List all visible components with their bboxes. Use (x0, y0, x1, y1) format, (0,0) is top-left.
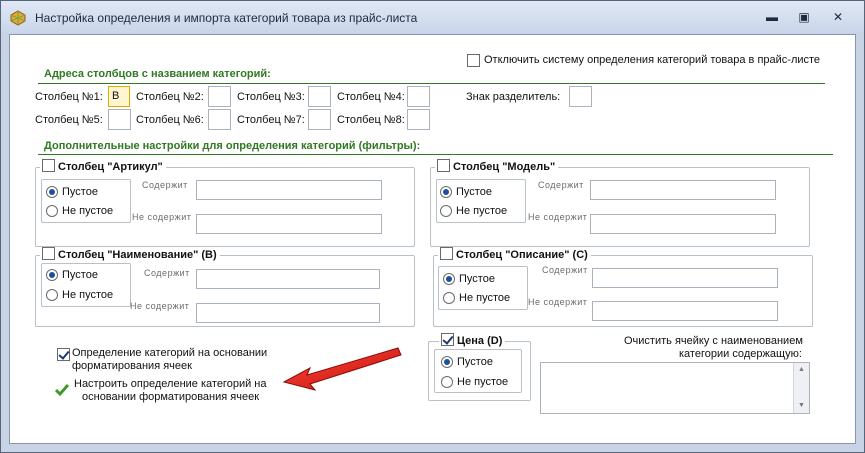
col3-label: Столбец №3: (237, 91, 305, 103)
description-not-contains-label: Не содержит (528, 297, 588, 307)
price-empty-radio[interactable] (441, 356, 453, 368)
model-contains-label: Содержит (538, 180, 584, 190)
separator-label: Знак разделитель: (466, 91, 561, 103)
name-contains-input[interactable] (196, 269, 380, 289)
clear-cell-textarea[interactable]: ▲ ▼ (540, 362, 810, 414)
col1-input[interactable]: B (108, 86, 130, 107)
price-not-empty-label: Не пустое (457, 376, 509, 388)
model-filter-legend: Столбец "Модель" (435, 159, 559, 173)
col5-label: Столбец №5: (35, 114, 103, 126)
checkmark-icon (55, 384, 69, 397)
col4-input[interactable] (407, 86, 430, 107)
model-empty-radio[interactable] (440, 186, 452, 198)
name-not-empty-radio[interactable] (46, 289, 58, 301)
model-contains-input[interactable] (590, 180, 776, 200)
model-not-contains-label: Не содержит (528, 212, 588, 222)
window-title: Настройка определения и импорта категори… (35, 11, 418, 25)
price-filter-checkbox[interactable] (441, 333, 454, 346)
model-not-empty-radio[interactable] (440, 205, 452, 217)
description-not-empty-label: Не пустое (459, 292, 511, 304)
col8-input[interactable] (407, 109, 430, 130)
formatting-label-line1: Определение категорий на основании (72, 347, 268, 359)
filters-divider (38, 154, 833, 155)
name-empty-radio[interactable] (46, 269, 58, 281)
formatting-link-line1[interactable]: Настроить определение категорий на (74, 378, 266, 390)
model-filter-checkbox[interactable] (437, 159, 450, 172)
col6-input[interactable] (208, 109, 231, 130)
col3-input[interactable] (308, 86, 331, 107)
close-button[interactable]: ✕ (827, 9, 849, 25)
col5-input[interactable] (108, 109, 131, 130)
col8-label: Столбец №8: (337, 114, 405, 126)
article-not-empty-label: Не пустое (62, 205, 114, 217)
description-not-empty-radio[interactable] (443, 292, 455, 304)
col6-label: Столбец №6: (136, 114, 204, 126)
disable-system-checkbox[interactable] (467, 54, 480, 67)
filters-heading: Дополнительные настройки для определения… (44, 140, 421, 152)
disable-system-label: Отключить систему определения категорий … (484, 54, 821, 66)
col2-label: Столбец №2: (136, 91, 204, 103)
formatting-checkbox[interactable] (57, 348, 70, 361)
col2-input[interactable] (208, 86, 231, 107)
clear-cell-label-line2: категории содержащую: (679, 348, 802, 360)
scroll-down-icon[interactable]: ▼ (794, 399, 809, 413)
price-empty-label: Пустое (457, 356, 493, 368)
col7-input[interactable] (308, 109, 331, 130)
description-filter-legend: Столбец "Описание" (C) (438, 247, 591, 261)
name-empty-label: Пустое (62, 269, 98, 281)
name-not-contains-label: Не содержит (130, 301, 190, 311)
col4-label: Столбец №4: (337, 91, 405, 103)
description-contains-input[interactable] (592, 268, 778, 288)
columns-heading: Адреса столбцов с названием категорий: (44, 68, 271, 80)
article-contains-input[interactable] (196, 180, 382, 200)
name-filter-legend: Столбец "Наименование" (B) (40, 247, 220, 261)
model-not-empty-label: Не пустое (456, 205, 508, 217)
article-not-empty-radio[interactable] (46, 205, 58, 217)
maximize-button[interactable]: ▣ (793, 9, 815, 25)
description-contains-label: Содержит (542, 265, 588, 275)
article-empty-radio[interactable] (46, 186, 58, 198)
columns-divider (38, 83, 825, 84)
name-not-contains-input[interactable] (196, 303, 380, 323)
description-filter-checkbox[interactable] (440, 247, 453, 260)
title-bar[interactable]: Настройка определения и импорта категори… (1, 1, 864, 33)
col7-label: Столбец №7: (237, 114, 305, 126)
clear-cell-label-line1: Очистить ячейку с наименованием (624, 335, 803, 347)
model-empty-label: Пустое (456, 186, 492, 198)
separator-input[interactable] (569, 86, 592, 107)
red-arrow-icon (282, 347, 402, 391)
minimize-button[interactable]: ▬ (761, 9, 783, 25)
model-not-contains-input[interactable] (590, 214, 776, 234)
description-empty-label: Пустое (459, 273, 495, 285)
article-empty-label: Пустое (62, 186, 98, 198)
formatting-link-line2[interactable]: основании форматирования ячеек (82, 391, 259, 403)
app-icon (10, 10, 26, 26)
scroll-up-icon[interactable]: ▲ (794, 363, 809, 377)
name-contains-label: Содержит (144, 268, 190, 278)
price-not-empty-radio[interactable] (441, 376, 453, 388)
col1-label: Столбец №1: (35, 91, 103, 103)
name-filter-checkbox[interactable] (42, 247, 55, 260)
description-not-contains-input[interactable] (592, 301, 778, 321)
name-not-empty-label: Не пустое (62, 289, 114, 301)
article-filter-legend: Столбец "Артикул" (40, 159, 166, 173)
article-filter-checkbox[interactable] (42, 159, 55, 172)
dialog-content: Отключить систему определения категорий … (9, 34, 856, 444)
article-not-contains-label: Не содержит (132, 212, 192, 222)
article-contains-label: Содержит (142, 180, 188, 190)
clear-cell-scrollbar[interactable]: ▲ ▼ (793, 363, 809, 413)
price-filter-legend: Цена (D) (439, 333, 506, 347)
description-empty-radio[interactable] (443, 273, 455, 285)
formatting-label-line2: форматирования ячеек (72, 360, 192, 372)
article-not-contains-input[interactable] (196, 214, 382, 234)
main-window: Настройка определения и импорта категори… (0, 0, 865, 453)
